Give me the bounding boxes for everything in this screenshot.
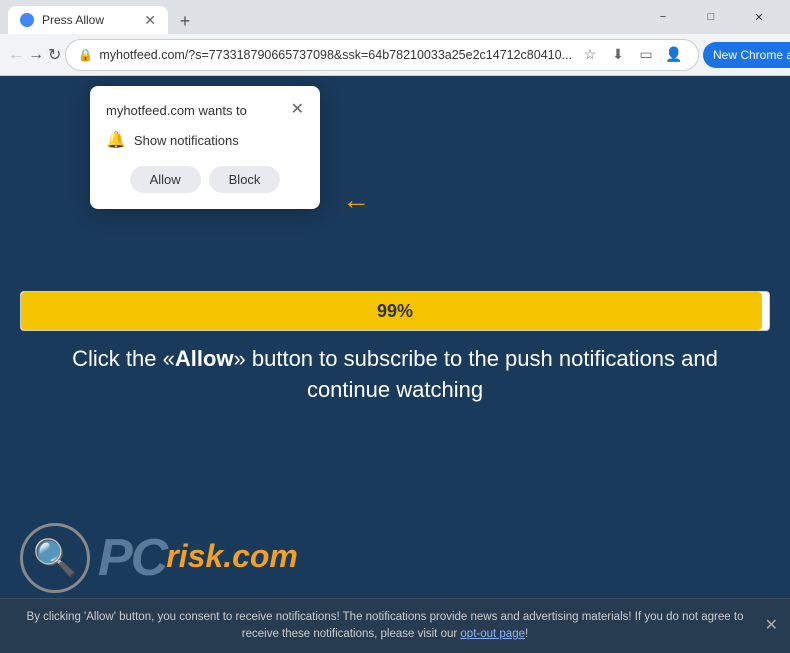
progress-text: 99% <box>377 301 413 322</box>
progress-bar-container: 99% <box>20 291 770 331</box>
download-icon[interactable]: ⬇ <box>606 43 630 67</box>
reload-button[interactable]: ↻ <box>48 39 61 71</box>
pc-logo-text: PC <box>98 529 166 587</box>
browser-window: Press Allow ✕ + − □ ✕ ← → ↻ 🔒 myhotfeed.… <box>0 0 790 653</box>
bell-icon: 🔔 <box>106 130 126 150</box>
close-button[interactable]: ✕ <box>736 0 782 34</box>
cast-icon[interactable]: ▭ <box>634 43 658 67</box>
logo-section: 🔍 PCrisk.com <box>20 523 298 593</box>
bookmark-icon[interactable]: ☆ <box>578 43 602 67</box>
tab-bar: Press Allow ✕ + <box>8 0 634 34</box>
notification-popup: myhotfeed.com wants to ✕ 🔔 Show notifica… <box>90 86 320 209</box>
new-tab-button[interactable]: + <box>172 8 198 34</box>
new-chrome-button[interactable]: New Chrome available <box>703 42 790 68</box>
tab-close-button[interactable]: ✕ <box>144 13 156 27</box>
main-text-section: Click the «Allow» button to subscribe to… <box>0 344 790 406</box>
popup-close-button[interactable]: ✕ <box>291 102 304 118</box>
page-content: myhotfeed.com wants to ✕ 🔔 Show notifica… <box>0 76 790 653</box>
address-actions: ☆ ⬇ ▭ 👤 <box>578 43 686 67</box>
maximize-button[interactable]: □ <box>688 0 734 34</box>
toolbar-right: New Chrome available ⋮ <box>703 39 790 71</box>
magnify-icon: 🔍 <box>33 537 78 579</box>
back-button[interactable]: ← <box>8 39 24 71</box>
security-icon: 🔒 <box>78 48 93 62</box>
popup-header: myhotfeed.com wants to ✕ <box>106 102 304 118</box>
popup-buttons: Allow Block <box>106 166 304 193</box>
navigation-bar: ← → ↻ 🔒 myhotfeed.com/?s=773318790665737… <box>0 34 790 76</box>
notification-row: 🔔 Show notifications <box>106 130 304 150</box>
url-text: myhotfeed.com/?s=773318790665737098&ssk=… <box>99 48 572 62</box>
active-tab[interactable]: Press Allow ✕ <box>8 6 168 34</box>
minimize-button[interactable]: − <box>640 0 686 34</box>
opt-out-link[interactable]: opt-out page <box>460 628 525 640</box>
bottom-bar-text: By clicking 'Allow' button, you consent … <box>27 611 744 640</box>
tab-favicon <box>20 13 34 27</box>
window-controls: − □ ✕ <box>640 0 782 34</box>
risk-logo-text: risk.com <box>166 538 298 574</box>
progress-section: 99% <box>0 291 790 331</box>
arrow-indicator: ← <box>342 184 370 216</box>
bottom-bar-text-end: ! <box>525 628 528 640</box>
bottom-bar-close-button[interactable]: ✕ <box>765 614 778 638</box>
main-text: Click the «Allow» button to subscribe to… <box>60 344 730 406</box>
logo-circle: 🔍 <box>20 523 90 593</box>
logo-text-area: PCrisk.com <box>98 532 298 584</box>
forward-button[interactable]: → <box>28 39 44 71</box>
tab-title: Press Allow <box>42 13 136 27</box>
block-button[interactable]: Block <box>209 166 281 193</box>
address-bar[interactable]: 🔒 myhotfeed.com/?s=773318790665737098&ss… <box>65 39 699 71</box>
profile-icon[interactable]: 👤 <box>662 43 686 67</box>
popup-title: myhotfeed.com wants to <box>106 103 247 118</box>
bottom-bar: By clicking 'Allow' button, you consent … <box>0 598 790 653</box>
title-bar: Press Allow ✕ + − □ ✕ <box>0 0 790 34</box>
allow-button[interactable]: Allow <box>130 166 201 193</box>
show-notifications-text: Show notifications <box>134 133 239 148</box>
